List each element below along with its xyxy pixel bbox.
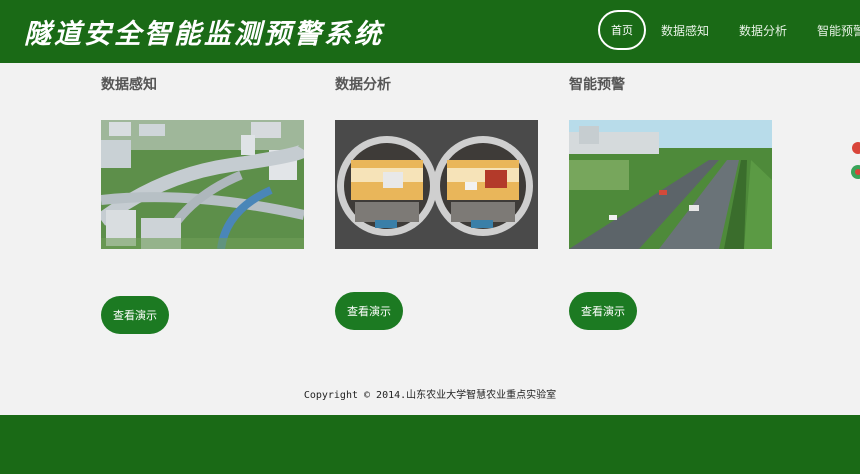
nav-item-smart-warning[interactable]: 智能预警 xyxy=(817,22,860,39)
column-smart-warning: 智能预警 查看演示 xyxy=(569,74,774,330)
view-demo-button[interactable]: 查看演示 xyxy=(335,292,403,330)
view-demo-button[interactable]: 查看演示 xyxy=(101,296,169,334)
column-data-analysis: 数据分析 查看演示 xyxy=(335,74,540,330)
site-title: 隧道安全智能监测预警系统 xyxy=(24,19,384,50)
main-nav: 首页 数据感知 数据分析 智能预警 xyxy=(598,10,860,50)
nav-item-home[interactable]: 首页 xyxy=(598,10,646,50)
road-tunnel-entrance-image xyxy=(569,120,772,249)
tunnel-cross-section-image xyxy=(335,120,538,249)
column-data-perception: 数据感知 查看演示 xyxy=(101,74,306,334)
nav-item-data-perception[interactable]: 数据感知 xyxy=(661,22,709,39)
column-title: 智能预警 xyxy=(569,77,625,93)
nav-item-data-analysis[interactable]: 数据分析 xyxy=(739,22,787,39)
site-header: 隧道安全智能监测预警系统 首页 数据感知 数据分析 智能预警 xyxy=(0,0,860,63)
side-floating-badge[interactable] xyxy=(846,136,860,186)
view-demo-button[interactable]: 查看演示 xyxy=(569,292,637,330)
copyright-text: Copyright © 2014.山东农业大学智慧农业重点实验室 xyxy=(303,390,557,401)
column-title: 数据感知 xyxy=(101,77,157,93)
site-footer xyxy=(0,415,860,474)
highway-interchange-image xyxy=(101,120,304,249)
column-title: 数据分析 xyxy=(335,77,391,93)
